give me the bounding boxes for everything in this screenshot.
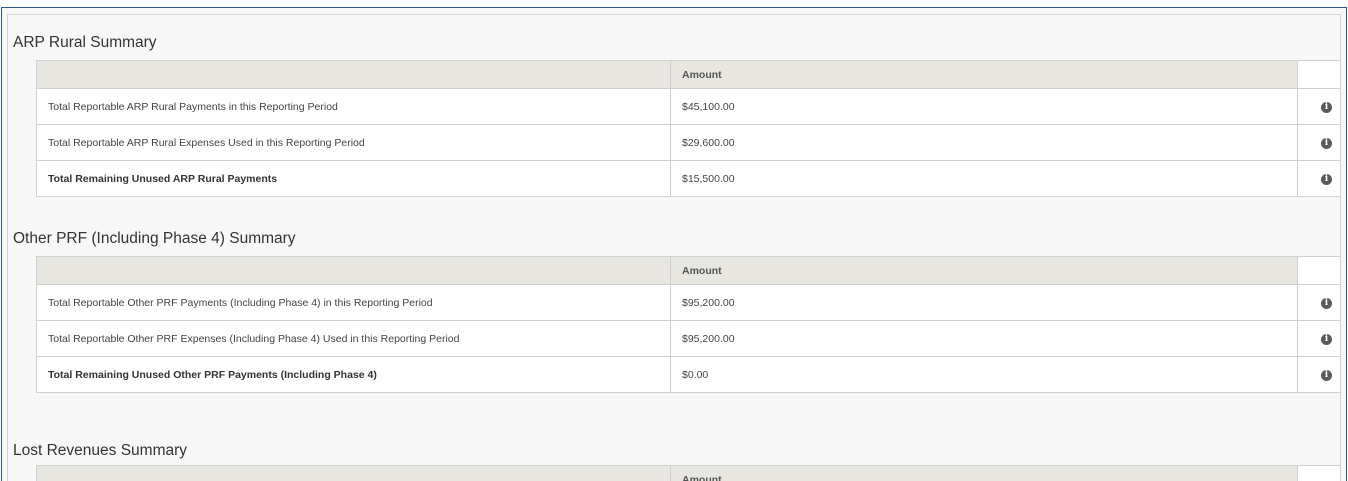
info-circle-icon[interactable]: i xyxy=(1321,102,1332,113)
table-row-total: Total Remaining Unused ARP Rural Payment… xyxy=(36,160,1341,197)
row-amount: $0.00 xyxy=(670,356,1298,393)
table-header-row: Amount xyxy=(36,256,1341,285)
row-label: Total Reportable ARP Rural Expenses Used… xyxy=(36,124,671,161)
row-amount: $95,200.00 xyxy=(670,320,1298,357)
header-blank-cell xyxy=(36,60,671,89)
row-amount: $29,600.00 xyxy=(670,124,1298,161)
header-empty-cell xyxy=(1297,465,1341,481)
section-title-arp-rural: ARP Rural Summary xyxy=(13,34,157,51)
lost-revenues-table: Amount xyxy=(36,465,1341,481)
info-circle-icon[interactable]: i xyxy=(1321,174,1332,185)
info-cell: i xyxy=(1297,160,1341,197)
table-row-total: Total Remaining Unused Other PRF Payment… xyxy=(36,356,1341,393)
row-label: Total Remaining Unused ARP Rural Payment… xyxy=(36,160,671,197)
info-circle-icon[interactable]: i xyxy=(1321,334,1332,345)
row-amount: $15,500.00 xyxy=(670,160,1298,197)
amount-header: Amount xyxy=(670,60,1298,89)
info-cell: i xyxy=(1297,320,1341,357)
header-blank-cell xyxy=(36,465,671,481)
summary-panel: ARP Rural Summary Amount Total Reportabl… xyxy=(1,7,1347,481)
table-header-row: Amount xyxy=(36,60,1341,89)
table-header-row: Amount xyxy=(36,465,1341,481)
summary-card: ARP Rural Summary Amount Total Reportabl… xyxy=(7,14,1341,481)
table-row: Total Reportable ARP Rural Payments in t… xyxy=(36,88,1341,125)
row-label: Total Reportable Other PRF Expenses (Inc… xyxy=(36,320,671,357)
table-row: Total Reportable Other PRF Payments (Inc… xyxy=(36,284,1341,321)
row-amount: $95,200.00 xyxy=(670,284,1298,321)
row-label: Total Remaining Unused Other PRF Payment… xyxy=(36,356,671,393)
info-cell: i xyxy=(1297,124,1341,161)
info-circle-icon[interactable]: i xyxy=(1321,298,1332,309)
amount-header: Amount xyxy=(670,256,1298,285)
header-empty-cell xyxy=(1297,256,1341,285)
section-title-other-prf: Other PRF (Including Phase 4) Summary xyxy=(13,230,296,247)
info-circle-icon[interactable]: i xyxy=(1321,370,1332,381)
info-cell: i xyxy=(1297,284,1341,321)
arp-rural-table: Amount Total Reportable ARP Rural Paymen… xyxy=(36,60,1341,197)
table-row: Total Reportable ARP Rural Expenses Used… xyxy=(36,124,1341,161)
row-amount: $45,100.00 xyxy=(670,88,1298,125)
row-label: Total Reportable Other PRF Payments (Inc… xyxy=(36,284,671,321)
row-label: Total Reportable ARP Rural Payments in t… xyxy=(36,88,671,125)
amount-header: Amount xyxy=(670,465,1298,481)
info-circle-icon[interactable]: i xyxy=(1321,138,1332,149)
other-prf-table: Amount Total Reportable Other PRF Paymen… xyxy=(36,256,1341,393)
section-title-lost-revenues: Lost Revenues Summary xyxy=(13,442,188,459)
info-cell: i xyxy=(1297,356,1341,393)
table-row: Total Reportable Other PRF Expenses (Inc… xyxy=(36,320,1341,357)
info-cell: i xyxy=(1297,88,1341,125)
figure-caption-cut xyxy=(0,0,1348,6)
header-blank-cell xyxy=(36,256,671,285)
header-empty-cell xyxy=(1297,60,1341,89)
